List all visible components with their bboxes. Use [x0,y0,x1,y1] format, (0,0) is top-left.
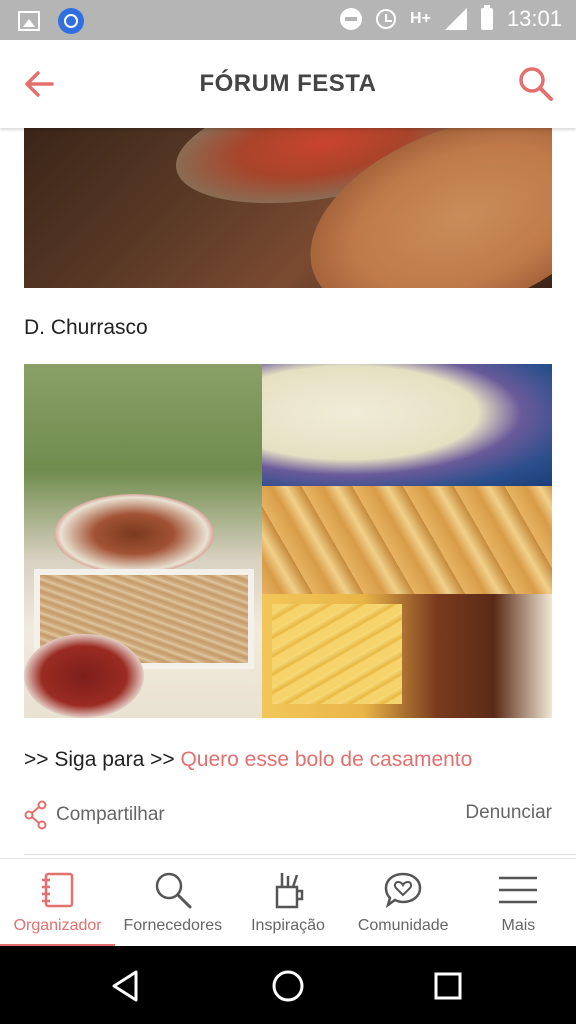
share-button[interactable]: Compartilhar [24,800,165,830]
app-icon [58,8,84,34]
tab-mais[interactable]: Mais [461,859,576,947]
status-bar: H+ 13:01 [0,0,576,40]
home-circle-icon[interactable] [268,966,308,1006]
tab-label: Organizador [13,917,102,934]
tab-inspiracao[interactable]: Inspiração [230,859,345,947]
share-icon [24,800,47,830]
tab-comunidade[interactable]: Comunidade [346,859,461,947]
bottom-tab-bar: Organizador Fornecedores Inspiração Comu… [0,858,576,947]
report-button[interactable]: Denunciar [465,802,552,824]
notebook-icon [41,872,73,908]
churrasco-collage-photo [24,364,552,718]
signal-icon [444,8,467,30]
brush-cup-icon [275,873,304,909]
network-type: H+ [410,10,431,27]
section-label: D. Churrasco [24,316,148,339]
tab-label: Mais [501,917,536,934]
share-label: Compartilhar [56,804,165,825]
next-post-link[interactable]: Quero esse bolo de casamento [180,748,472,771]
tab-label: Inspiração [251,917,325,934]
system-navigation-bar [0,946,576,1024]
tab-label: Comunidade [357,917,449,934]
post-content: D. Churrasco >> Siga para >> Quero esse … [0,128,576,859]
tab-fornecedores[interactable]: Fornecedores [115,859,230,947]
do-not-disturb-icon [340,8,363,30]
alarm-icon [376,9,397,29]
page-title: FÓRUM FESTA [199,70,377,97]
menu-icon [499,876,538,904]
tab-label: Fornecedores [123,917,223,934]
recent-apps-square-icon[interactable] [428,966,468,1006]
image-icon [18,11,40,31]
battery-icon [480,5,493,30]
search-icon[interactable] [516,64,556,104]
nav-line: >> Siga para >> Quero esse bolo de casam… [24,748,472,772]
back-triangle-icon[interactable] [106,966,146,1006]
chat-heart-icon [384,872,422,909]
status-time: 13:01 [506,6,562,31]
food-trays-photo [24,128,552,288]
nav-prefix: >> Siga para >> [24,748,181,771]
tab-organizador[interactable]: Organizador [0,859,116,947]
divider [24,854,576,855]
app-bar: FÓRUM FESTA [0,40,576,128]
search-icon [155,872,192,909]
